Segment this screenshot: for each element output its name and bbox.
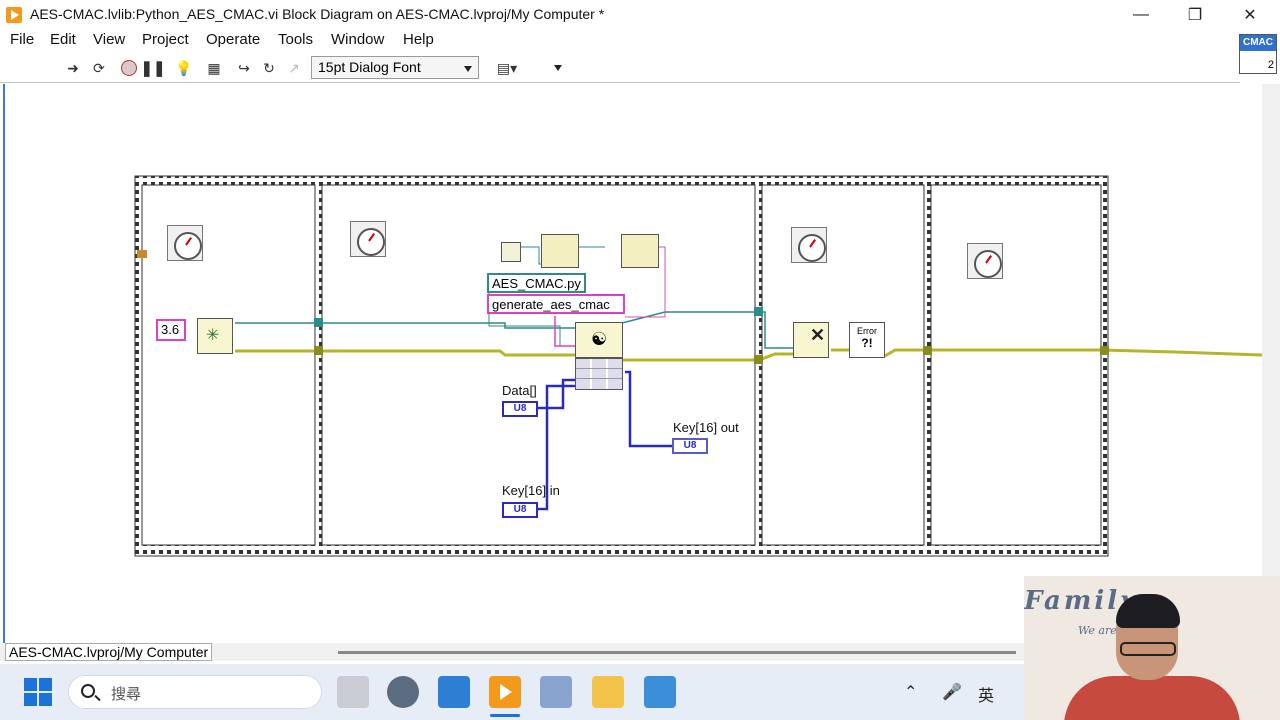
close-icon[interactable]: ✕ <box>1227 0 1273 30</box>
step-over-icon[interactable]: ↻ <box>259 58 279 78</box>
explorer-widgets-icon[interactable] <box>337 676 369 708</box>
python-icon: ✳ <box>206 327 220 344</box>
data-label: Data[] <box>502 383 537 398</box>
title-bar: AES-CMAC.lvlib:Python_AES_CMAC.vi Block … <box>0 0 1280 30</box>
block-diagram-canvas[interactable]: 3.6 ✳ AES_CMAC.py generate_aes_cmac ☯ Da… <box>3 84 1262 644</box>
block-diagram-wires <box>134 175 1262 557</box>
align-icon[interactable]: ▤▾ <box>490 58 524 78</box>
key-in-label: Key[16] in <box>502 483 560 498</box>
photos-icon[interactable] <box>438 676 470 708</box>
open-python-session-node[interactable]: ✳ <box>197 318 233 354</box>
labview-icon[interactable] <box>489 676 521 708</box>
minimize-icon[interactable]: — <box>1118 0 1164 30</box>
menu-view[interactable]: View <box>93 31 125 48</box>
vertical-scrollbar[interactable] <box>1262 84 1280 644</box>
microphone-icon[interactable]: 🎤 <box>942 682 962 702</box>
settings-icon[interactable] <box>387 676 419 708</box>
build-path-node-2[interactable] <box>621 234 659 268</box>
search-placeholder: 搜尋 <box>111 686 142 703</box>
font-select-value: 15pt Dialog Font <box>318 59 421 75</box>
key-in-terminal[interactable]: U8 <box>502 502 538 518</box>
tick-count-timer-2[interactable] <box>350 221 386 257</box>
error-tunnel-3 <box>923 346 932 355</box>
step-out-icon[interactable]: ↗ <box>284 58 304 78</box>
menu-project[interactable]: Project <box>142 31 189 48</box>
close-icon: ✕ <box>810 325 826 345</box>
tray-chevron-up-icon[interactable]: ⌃ <box>904 682 917 702</box>
vi-icon-number: 2 <box>1267 59 1274 71</box>
labview-app-icon <box>6 7 22 23</box>
tick-count-timer-4[interactable] <box>967 243 1003 279</box>
run-continuously-icon[interactable]: ⟳ <box>89 58 109 78</box>
toolbar: ➜ ⟳ ❚❚ 💡 ▦ ↪ ↻ ↗ 15pt Dialog Font ▤▾ <box>0 54 1236 82</box>
file-path-constant[interactable]: AES_CMAC.py <box>487 273 586 293</box>
presenter-glasses <box>1120 642 1176 656</box>
horizontal-scrollbar[interactable] <box>338 651 1016 654</box>
restore-icon[interactable]: ❐ <box>1172 0 1218 30</box>
menu-operate[interactable]: Operate <box>206 31 260 48</box>
error-in-tunnel <box>137 250 147 258</box>
project-context: AES-CMAC.lvproj/My Computer <box>5 643 213 661</box>
step-into-icon[interactable]: ↪ <box>234 58 254 78</box>
active-app-indicator <box>490 714 520 717</box>
menu-tools[interactable]: Tools <box>278 31 313 48</box>
file-path-text: AES_CMAC.py <box>492 276 581 291</box>
error-text: Error <box>857 326 877 336</box>
vi-icon-label: CMAC <box>1240 35 1276 51</box>
webcam-overlay: Family We are <box>1024 576 1280 720</box>
python-node[interactable]: ☯ <box>575 322 623 358</box>
session-tunnel-2 <box>754 307 763 316</box>
vi-icon[interactable]: CMAC 2 <box>1239 34 1277 74</box>
toolbar-divider <box>0 82 1240 83</box>
data-array-terminal[interactable]: U8 <box>502 401 538 417</box>
presenter-hair <box>1116 594 1180 628</box>
session-tunnel-1 <box>314 318 323 327</box>
windows-start-icon[interactable] <box>24 678 52 706</box>
simple-error-handler-node[interactable]: Error ?! <box>849 322 885 358</box>
error-tunnel-2 <box>754 355 763 364</box>
brand-tagline: We are <box>1078 624 1117 637</box>
sequence-frame-4 <box>930 184 1102 546</box>
tick-count-timer-3[interactable] <box>791 227 827 263</box>
close-python-session-node[interactable]: ✕ <box>793 322 829 358</box>
highlight-execution-icon[interactable]: 💡 <box>174 58 194 78</box>
python-icon: ☯ <box>591 329 608 349</box>
search-icon <box>81 684 95 698</box>
distribute-chevron-down-icon[interactable] <box>548 58 568 78</box>
current-vi-path-node[interactable] <box>501 242 521 262</box>
key-out-terminal[interactable]: U8 <box>672 438 708 454</box>
menu-file[interactable]: File <box>10 31 34 48</box>
presenter-body <box>1064 676 1240 720</box>
function-name-constant[interactable]: generate_aes_cmac <box>487 294 625 314</box>
error-tunnel-4 <box>1100 346 1109 355</box>
retain-wire-values-icon[interactable]: ▦ <box>204 58 224 78</box>
pause-icon[interactable]: ❚❚ <box>140 58 165 78</box>
key-out-label: Key[16] out <box>673 420 739 435</box>
menu-bar: File Edit View Project Operate Tools Win… <box>0 30 1236 52</box>
sequence-frame-3 <box>761 184 925 546</box>
error-tunnel-1 <box>314 346 323 355</box>
notepad-plus-icon[interactable] <box>540 676 572 708</box>
notepad-icon[interactable] <box>644 676 676 708</box>
menu-help[interactable]: Help <box>403 31 434 48</box>
python-node-inputs[interactable] <box>575 358 623 390</box>
menu-window[interactable]: Window <box>331 31 384 48</box>
build-path-node-1[interactable] <box>541 234 579 268</box>
font-select[interactable]: 15pt Dialog Font <box>311 56 479 79</box>
error-bang: ?! <box>861 336 873 350</box>
abort-icon[interactable] <box>119 58 139 78</box>
menu-edit[interactable]: Edit <box>50 31 76 48</box>
file-explorer-icon[interactable] <box>592 676 624 708</box>
taskbar-search[interactable]: 搜尋 <box>68 675 322 709</box>
python-version-constant[interactable]: 3.6 <box>156 319 186 341</box>
run-arrow-icon[interactable]: ➜ <box>63 58 83 78</box>
ime-indicator[interactable]: 英 <box>978 682 994 706</box>
window-title: AES-CMAC.lvlib:Python_AES_CMAC.vi Block … <box>30 6 605 22</box>
chevron-down-icon <box>464 66 472 72</box>
tick-count-timer-1[interactable] <box>167 225 203 261</box>
